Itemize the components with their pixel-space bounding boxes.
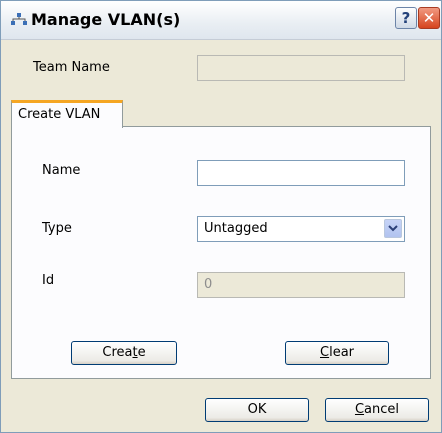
clear-button-label-b: lear [329, 345, 354, 360]
manage-vlan-dialog: Manage VLAN(s) ? ✕ Team Name Create VLAN… [0, 0, 442, 433]
clear-button[interactable]: Clear [285, 341, 389, 365]
create-button[interactable]: Create [71, 341, 177, 365]
title-bar: Manage VLAN(s) ? ✕ [1, 1, 441, 40]
create-button-label-a: Crea [102, 345, 133, 360]
help-button[interactable]: ? [395, 7, 417, 29]
tab-create-vlan[interactable]: Create VLAN [11, 100, 123, 128]
name-label: Name [42, 163, 81, 178]
close-button[interactable]: ✕ [418, 7, 440, 29]
create-button-label-b: e [137, 345, 146, 360]
team-name-field [197, 55, 405, 81]
id-field: 0 [197, 272, 405, 298]
help-icon: ? [401, 9, 411, 27]
ok-button[interactable]: OK [205, 398, 309, 422]
type-select[interactable]: Untagged [197, 216, 405, 242]
name-input[interactable] [197, 160, 405, 186]
chevron-down-icon[interactable] [384, 219, 402, 238]
cancel-button-label-b: ancel [364, 402, 400, 417]
network-icon [11, 13, 27, 25]
type-label: Type [42, 221, 72, 236]
type-select-value: Untagged [204, 221, 268, 236]
id-label: Id [42, 273, 55, 288]
team-name-label: Team Name [33, 60, 110, 75]
window-title: Manage VLAN(s) [31, 10, 181, 29]
cancel-button-mnemonic: C [354, 402, 365, 417]
close-icon: ✕ [422, 9, 436, 27]
cancel-button[interactable]: Cancel [325, 398, 429, 422]
clear-button-mnemonic: C [320, 345, 330, 360]
